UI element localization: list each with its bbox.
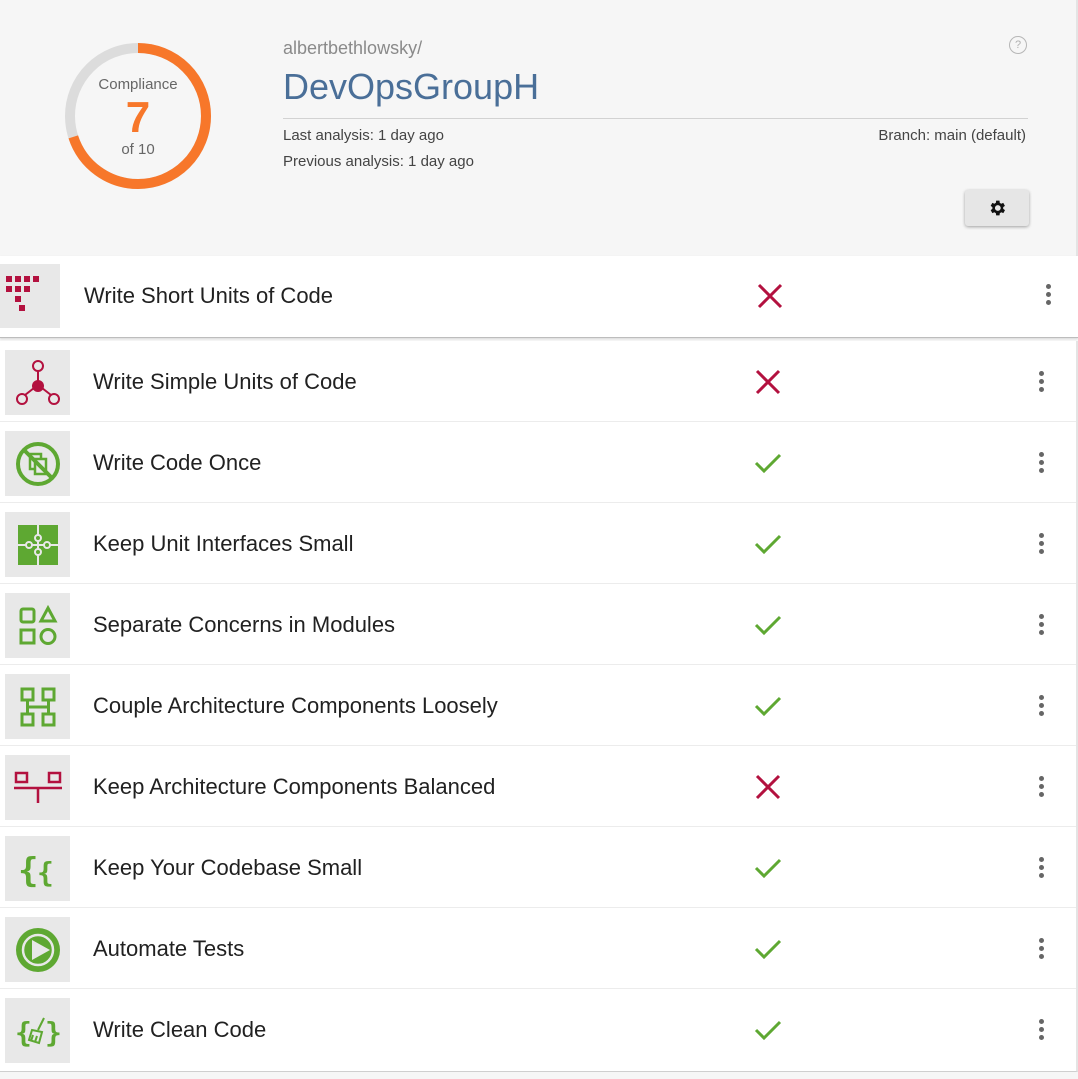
fail-x-icon bbox=[753, 772, 783, 802]
guideline-label: Keep Your Codebase Small bbox=[93, 855, 363, 880]
pass-check-icon bbox=[753, 934, 783, 964]
guideline-row-unit-interfaces[interactable]: Keep Unit Interfaces Small bbox=[0, 503, 1076, 584]
svg-text:{: { bbox=[15, 1016, 32, 1049]
guideline-row-balanced[interactable]: Keep Architecture Components Balanced bbox=[0, 746, 1076, 827]
guideline-label: Keep Unit Interfaces Small bbox=[93, 531, 354, 556]
more-options-icon[interactable] bbox=[1038, 371, 1046, 395]
short-units-icon bbox=[0, 264, 60, 328]
braces-icon: { { bbox=[5, 836, 70, 901]
compliance-label: Compliance bbox=[98, 76, 178, 93]
guideline-label: Automate Tests bbox=[93, 936, 245, 961]
guideline-label: Write Clean Code bbox=[93, 1017, 267, 1042]
svg-text:{: { bbox=[37, 856, 54, 889]
pass-check-icon bbox=[753, 529, 783, 559]
help-circle-icon[interactable]: ? bbox=[1009, 36, 1027, 54]
modules-icon bbox=[5, 593, 70, 658]
compliance-total: of 10 bbox=[121, 141, 155, 158]
more-options-icon[interactable] bbox=[1038, 614, 1046, 638]
broom-braces-icon: { } bbox=[5, 998, 70, 1063]
previous-analysis: Previous analysis: 1 day ago bbox=[283, 153, 474, 170]
compliance-gauge: Compliance 7 of 10 bbox=[60, 38, 216, 194]
guideline-row-short-units[interactable]: Write Short Units of Code bbox=[0, 256, 1078, 338]
svg-text:{: { bbox=[18, 851, 38, 891]
pass-check-icon bbox=[753, 691, 783, 721]
loose-coupling-icon bbox=[5, 674, 70, 739]
puzzle-icon bbox=[5, 512, 70, 577]
guideline-row-automate-tests[interactable]: Automate Tests bbox=[0, 908, 1076, 989]
svg-text:}: } bbox=[45, 1016, 62, 1049]
guideline-row-simple-units[interactable]: Write Simple Units of Code bbox=[0, 341, 1076, 422]
more-options-icon[interactable] bbox=[1038, 776, 1046, 800]
header-divider bbox=[283, 118, 1028, 119]
guideline-label: Separate Concerns in Modules bbox=[93, 612, 396, 637]
gear-icon bbox=[990, 200, 1005, 216]
guideline-row-codebase-small[interactable]: { { Keep Your Codebase Small bbox=[0, 827, 1076, 908]
guideline-label: Write Code Once bbox=[93, 450, 262, 475]
repo-owner[interactable]: albertbethlowsky/ bbox=[283, 38, 422, 59]
fail-x-icon bbox=[753, 367, 783, 397]
repo-name[interactable]: DevOpsGroupH bbox=[283, 66, 539, 108]
guideline-label: Write Short Units of Code bbox=[84, 283, 334, 308]
summary-header: Compliance 7 of 10 albertbethlowsky/ Dev… bbox=[0, 0, 1078, 256]
code-once-icon bbox=[5, 431, 70, 496]
more-options-icon[interactable] bbox=[1038, 452, 1046, 476]
balance-icon bbox=[5, 755, 70, 820]
more-options-icon[interactable] bbox=[1038, 695, 1046, 719]
fail-x-icon bbox=[755, 281, 785, 311]
guideline-row-clean-code[interactable]: { } Write Clean Code bbox=[0, 989, 1076, 1070]
guideline-row-loose-coupling[interactable]: Couple Architecture Components Loosely bbox=[0, 665, 1076, 746]
pass-check-icon bbox=[753, 610, 783, 640]
pass-check-icon bbox=[753, 448, 783, 478]
pass-check-icon bbox=[753, 1015, 783, 1045]
more-options-icon[interactable] bbox=[1038, 1019, 1046, 1043]
branch-info: Branch: main (default) bbox=[878, 127, 1026, 144]
more-options-icon[interactable] bbox=[1038, 533, 1046, 557]
more-options-icon[interactable] bbox=[1045, 284, 1053, 308]
simple-units-icon bbox=[5, 350, 70, 415]
play-icon bbox=[5, 917, 70, 982]
last-analysis: Last analysis: 1 day ago bbox=[283, 127, 444, 144]
more-options-icon[interactable] bbox=[1038, 938, 1046, 962]
guideline-label: Couple Architecture Components Loosely bbox=[93, 693, 498, 718]
guideline-label: Keep Architecture Components Balanced bbox=[93, 774, 496, 799]
guideline-label: Write Simple Units of Code bbox=[93, 369, 357, 394]
compliance-score: 7 bbox=[125, 93, 151, 142]
guideline-list: Write Simple Units of Code Write Code On… bbox=[0, 341, 1078, 1072]
pass-check-icon bbox=[753, 853, 783, 883]
settings-button[interactable] bbox=[965, 190, 1029, 226]
guideline-row-code-once[interactable]: Write Code Once bbox=[0, 422, 1076, 503]
more-options-icon[interactable] bbox=[1038, 857, 1046, 881]
guideline-row-separate-concerns[interactable]: Separate Concerns in Modules bbox=[0, 584, 1076, 665]
